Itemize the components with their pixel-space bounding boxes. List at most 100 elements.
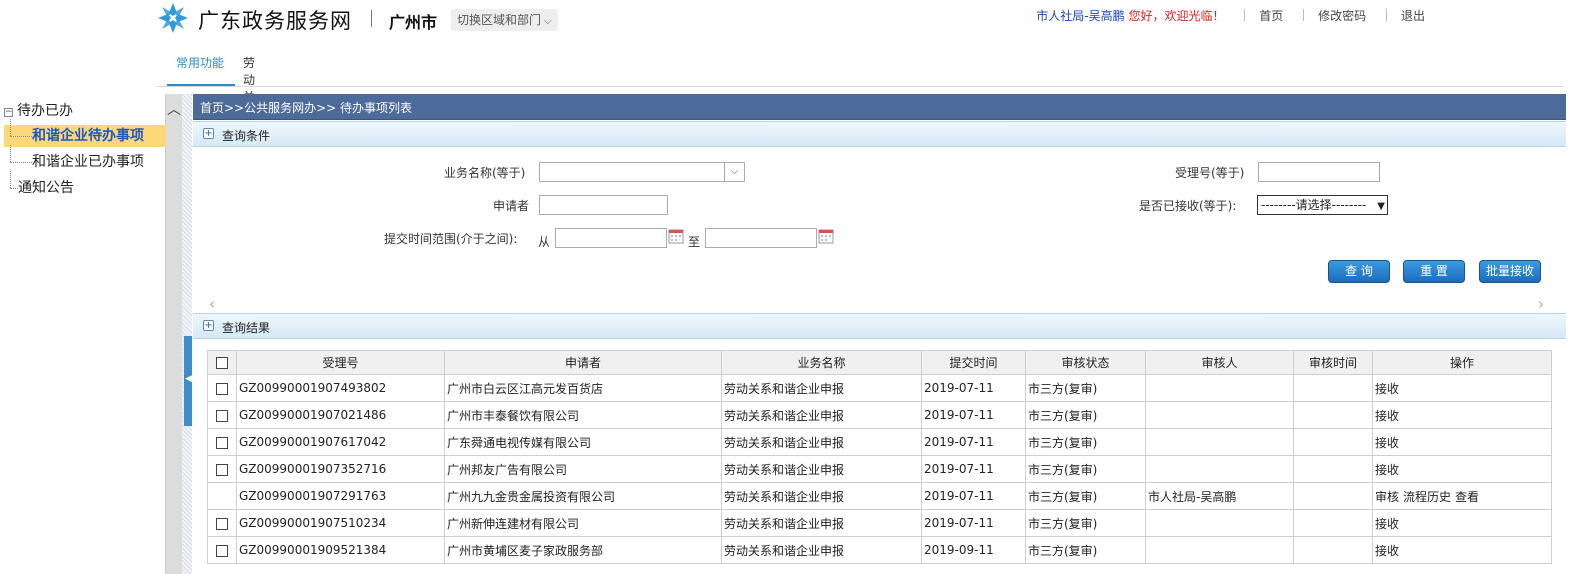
calendar-icon[interactable] — [818, 228, 834, 244]
operation-link[interactable]: 接收 — [1375, 409, 1399, 423]
reset-button[interactable]: 重 置 — [1403, 260, 1465, 283]
user-name: 市人社局-吴高鹏 — [1036, 9, 1125, 23]
accept-no-input[interactable] — [1258, 162, 1380, 182]
accept-no-cell: GZ00990001907021486 — [236, 401, 445, 429]
nav-divider — [1244, 9, 1246, 21]
calendar-icon[interactable] — [668, 228, 684, 244]
review-time-cell — [1293, 374, 1373, 402]
row-select-cell[interactable] — [207, 374, 237, 402]
tree-connector — [4, 145, 32, 173]
chevron-down-icon: ⌵ — [544, 16, 552, 27]
operation-link[interactable]: 接收 — [1375, 517, 1399, 531]
received-select[interactable]: --------请选择-------- ▼ — [1257, 195, 1388, 215]
table-row[interactable]: GZ00990001907021486 广州市丰泰餐饮有限公司 劳动关系和谐企业申报… — [207, 401, 1552, 429]
applicant-input[interactable] — [539, 195, 668, 215]
date-to-input[interactable] — [705, 228, 817, 248]
row-select-cell[interactable] — [207, 455, 237, 483]
operation-link[interactable]: 审核 — [1375, 490, 1399, 504]
collapse-toggle-icon[interactable]: − — [4, 108, 13, 117]
biz-name-label: 业务名称(等于) — [444, 166, 526, 180]
submit-time-cell: 2019-09-11 — [921, 536, 1026, 564]
row-checkbox[interactable] — [216, 382, 228, 395]
scroll-left-icon[interactable]: ‹ — [209, 295, 215, 313]
row-checkbox[interactable] — [216, 544, 228, 557]
tree-node-notice[interactable]: 通知公告 — [4, 171, 74, 199]
site-title[interactable]: 广东政务服务网 — [198, 5, 352, 35]
nav-logout-link[interactable]: 退出 — [1401, 9, 1425, 23]
tree-connector — [4, 171, 18, 199]
nav-divider — [1385, 9, 1387, 21]
row-checkbox[interactable] — [216, 409, 228, 422]
query-section-title: 查询条件 — [222, 129, 271, 143]
query-button[interactable]: 查 询 — [1328, 260, 1390, 283]
table-row[interactable]: GZ00990001907291763 广州九九金贵金属投资有限公司 劳动关系和谐企… — [207, 482, 1552, 510]
breadcrumb: 首页>>公共服务网办>> 待办事项列表 — [200, 101, 413, 115]
accept-no-cell: GZ00990001909521384 — [236, 536, 445, 564]
status-cell: 市三方(复审) — [1025, 374, 1146, 402]
nav-change-password-link[interactable]: 修改密码 — [1318, 9, 1366, 23]
panel-splitter[interactable] — [182, 94, 192, 574]
row-select-cell[interactable] — [207, 428, 237, 456]
user-area: 市人社局-吴高鹏 您好，欢迎光临！ 首页 修改密码 退出 — [1036, 7, 1425, 24]
tab-labor-relations[interactable]: 劳动关系 — [243, 54, 255, 121]
result-section-header[interactable]: + 查询结果 — [193, 313, 1566, 339]
tree-node-pending-root[interactable]: − 待办已办 — [4, 100, 73, 122]
scroll-right-icon[interactable]: › — [1538, 295, 1544, 313]
row-checkbox[interactable] — [216, 463, 228, 476]
operation-link[interactable]: 接收 — [1375, 463, 1399, 477]
operations-cell: 接收 — [1372, 455, 1552, 483]
reviewer-cell: 市人社局-吴高鹏 — [1145, 482, 1294, 510]
row-select-cell[interactable] — [207, 509, 237, 537]
top-header: 广东政务服务网 广州市 切换区域和部门 ⌵ 市人社局-吴高鹏 您好，欢迎光临！ 首… — [0, 0, 1570, 121]
date-from-input[interactable] — [555, 228, 667, 248]
select-all-checkbox[interactable] — [216, 357, 228, 369]
accept-no-cell: GZ00990001907291763 — [236, 482, 445, 510]
query-section-header[interactable]: + 查询条件 — [193, 121, 1566, 147]
collapse-left-icon: ◀ — [185, 374, 192, 384]
tree-item-harmonious-done[interactable]: 和谐企业已办事项 — [4, 145, 144, 173]
sidebar-scrollbar[interactable]: ︿ — [166, 94, 182, 574]
expand-icon[interactable]: + — [203, 128, 214, 139]
expand-icon[interactable]: + — [203, 320, 214, 331]
column-header: 审核人 — [1145, 350, 1294, 375]
operation-link[interactable]: 流程历史 — [1403, 490, 1451, 504]
switch-region-button[interactable]: 切换区域和部门 ⌵ — [451, 9, 558, 31]
result-section-title: 查询结果 — [222, 321, 271, 335]
batch-receive-button[interactable]: 批量接收 — [1479, 260, 1541, 283]
row-select-cell[interactable] — [207, 401, 237, 429]
table-row[interactable]: GZ00990001907510234 广州新伸连建材有限公司 劳动关系和谐企业申报… — [207, 509, 1552, 537]
review-time-cell — [1293, 482, 1373, 510]
operation-link[interactable]: 接收 — [1375, 382, 1399, 396]
operation-link[interactable]: 接收 — [1375, 436, 1399, 450]
select-all-cell[interactable] — [207, 350, 237, 375]
table-row[interactable]: GZ00990001907617042 广东舜通电视传媒有限公司 劳动关系和谐企业申… — [207, 428, 1552, 456]
column-header: 受理号 — [236, 350, 445, 375]
scroll-up-icon[interactable]: ︿ — [166, 100, 182, 120]
tree-item-label: 和谐企业待办事项 — [32, 128, 144, 144]
biz-name-input[interactable] — [539, 162, 725, 182]
biz-name-cell: 劳动关系和谐企业申报 — [721, 374, 922, 402]
row-checkbox[interactable] — [216, 517, 228, 530]
column-header: 提交时间 — [921, 350, 1026, 375]
row-checkbox[interactable] — [216, 436, 228, 449]
tree-node-label: 待办已办 — [17, 103, 73, 119]
table-row[interactable]: GZ00990001907493802 广州市白云区江高元发百货店 劳动关系和谐企业… — [207, 374, 1552, 402]
accept-no-cell: GZ00990001907617042 — [236, 428, 445, 456]
chevron-down-icon: ▼ — [1377, 201, 1385, 212]
row-select-cell[interactable] — [207, 536, 237, 564]
tab-common-functions[interactable]: 常用功能 — [167, 54, 235, 86]
operations-cell: 接收 — [1372, 374, 1552, 402]
review-time-cell — [1293, 455, 1373, 483]
operation-link[interactable]: 接收 — [1375, 544, 1399, 558]
chevron-down-icon[interactable]: ⌵ — [725, 162, 745, 182]
table-row[interactable]: GZ00990001909521384 广州市黄埔区麦子家政服务部 劳动关系和谐企业… — [207, 536, 1552, 564]
operation-link[interactable]: 查看 — [1455, 490, 1479, 504]
applicant-cell: 广州市白云区江高元发百货店 — [444, 374, 722, 402]
operations-cell: 接收 — [1372, 428, 1552, 456]
tree-item-harmonious-todo[interactable]: 和谐企业待办事项 — [4, 119, 166, 147]
reviewer-cell — [1145, 401, 1294, 429]
sidebar-collapse-button[interactable]: ◀ — [184, 336, 192, 426]
nav-home-link[interactable]: 首页 — [1259, 9, 1283, 23]
table-row[interactable]: GZ00990001907352716 广州邦友广告有限公司 劳动关系和谐企业申报 2… — [207, 455, 1552, 483]
operations-cell: 接收 — [1372, 401, 1552, 429]
